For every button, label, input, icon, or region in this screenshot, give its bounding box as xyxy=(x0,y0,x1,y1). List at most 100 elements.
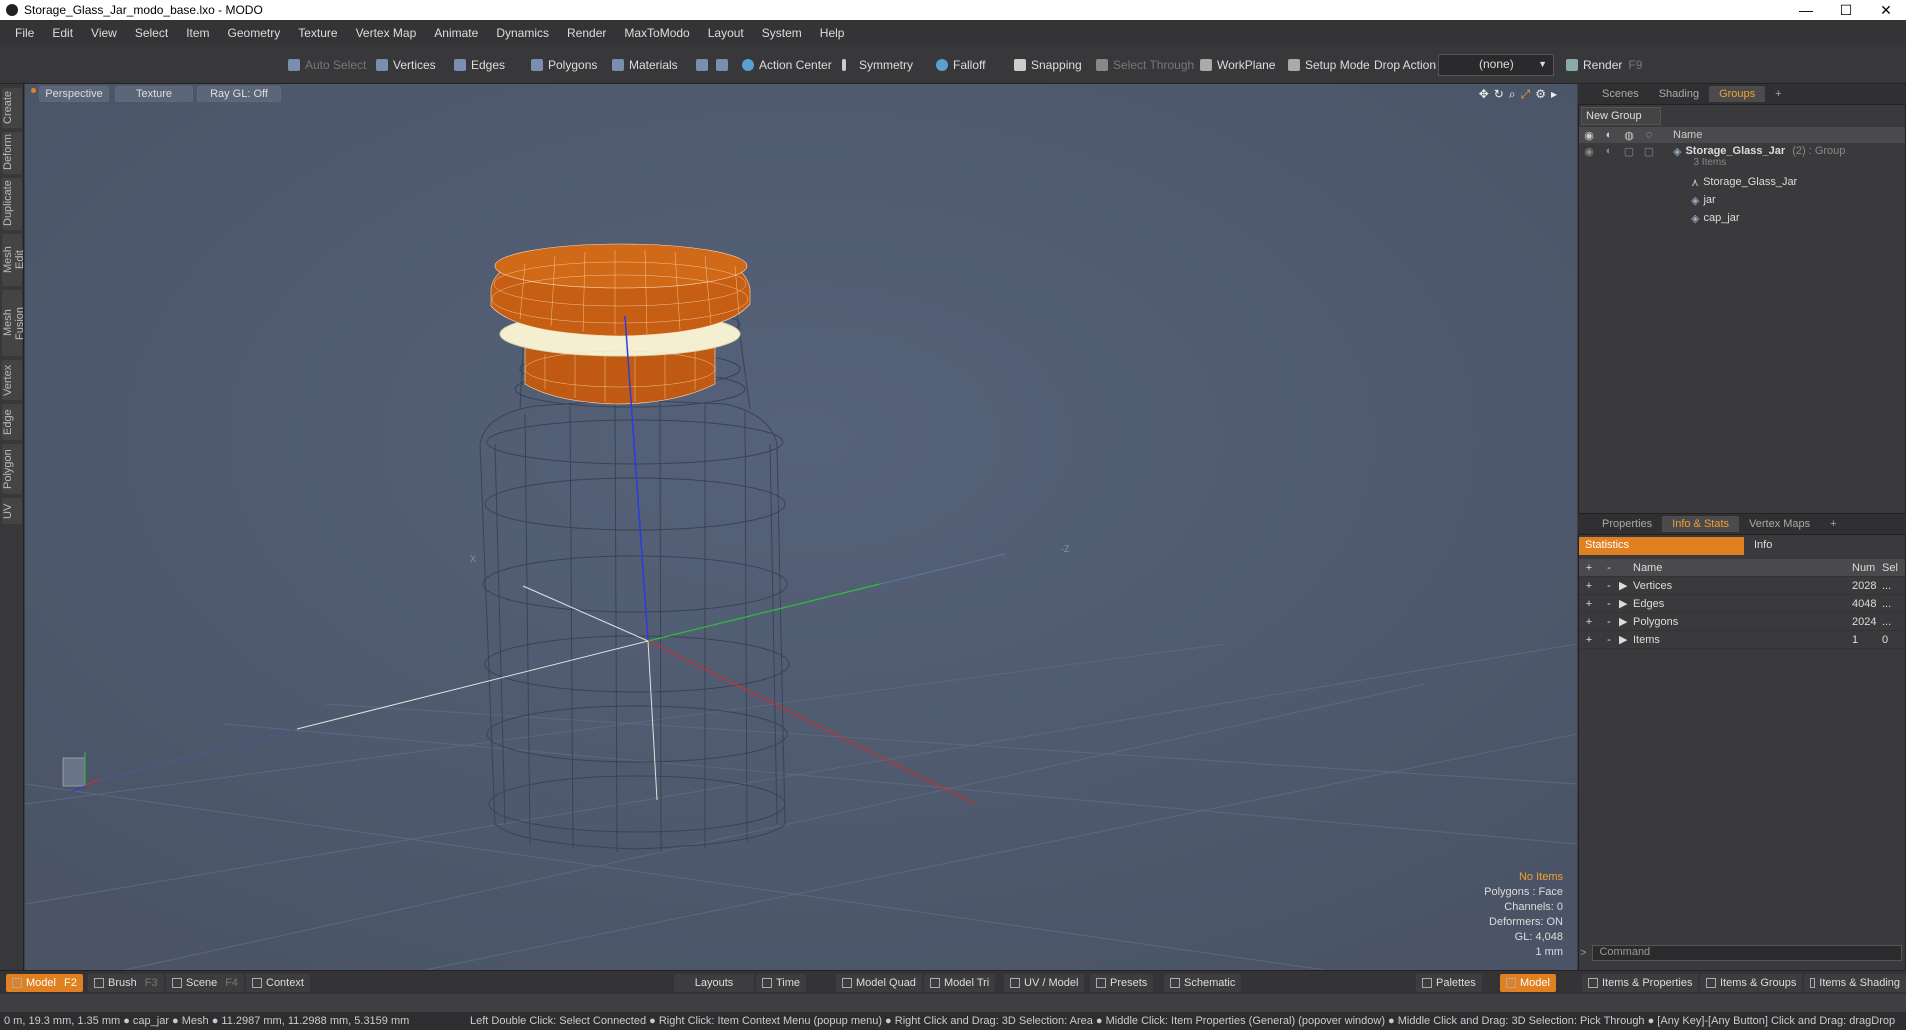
row-lock-icon[interactable]: ▢ xyxy=(1619,145,1639,158)
minimize-button[interactable]: — xyxy=(1786,0,1826,20)
render-button[interactable]: Render F9 xyxy=(1560,54,1648,76)
add-tab-icon[interactable]: + xyxy=(1820,516,1846,532)
falloff-button[interactable]: Falloff xyxy=(930,54,991,76)
tab-polygon[interactable]: Polygon xyxy=(2,444,22,494)
add-tab-icon[interactable]: + xyxy=(1765,86,1791,102)
menu-layout[interactable]: Layout xyxy=(699,26,753,40)
items-groups-button[interactable]: Items & Groups xyxy=(1700,974,1803,992)
palettes-button[interactable]: Palettes xyxy=(1416,974,1482,992)
close-button[interactable]: ✕ xyxy=(1866,0,1906,20)
menu-animate[interactable]: Animate xyxy=(425,26,487,40)
tab-mesh-edit[interactable]: Mesh Edit xyxy=(2,234,26,286)
expand-icon[interactable]: + xyxy=(1579,616,1599,628)
collapse-all-icon[interactable]: - xyxy=(1599,562,1619,574)
scene-layout-button[interactable]: Scene F4 xyxy=(166,974,245,992)
shading-texture-button[interactable]: Texture xyxy=(115,86,193,102)
menu-maxtomodo[interactable]: MaxToModo xyxy=(615,26,698,40)
context-layout-button[interactable]: Context xyxy=(246,974,310,992)
list-item[interactable]: ◈ cap_jar xyxy=(1579,209,1905,227)
items-shading-button[interactable]: Items & Shading xyxy=(1804,974,1906,992)
disclosure-arrow-icon[interactable]: ▶ xyxy=(1619,579,1633,592)
setup-mode-button[interactable]: Setup Mode xyxy=(1282,54,1376,76)
table-row[interactable]: + - ▶ Polygons 2024 ... xyxy=(1579,613,1905,631)
select-mode-b-button[interactable] xyxy=(710,54,739,76)
presets-button[interactable]: Presets xyxy=(1090,974,1154,992)
snapping-button[interactable]: Snapping xyxy=(1008,54,1088,76)
menu-item[interactable]: Item xyxy=(177,26,218,40)
tab-edge[interactable]: Edge xyxy=(2,404,22,440)
tab-scenes[interactable]: Scenes xyxy=(1592,86,1649,102)
tab-vertex-maps[interactable]: Vertex Maps xyxy=(1739,516,1820,532)
menu-select[interactable]: Select xyxy=(126,26,177,40)
vertices-button[interactable]: Vertices xyxy=(370,54,442,76)
tab-deform[interactable]: Deform xyxy=(2,132,22,174)
tab-properties[interactable]: Properties xyxy=(1592,516,1662,532)
row-render-icon[interactable]: ◐ xyxy=(1599,145,1619,157)
model-layout-button[interactable]: Model F2 xyxy=(6,974,83,992)
menu-vertex-map[interactable]: Vertex Map xyxy=(347,26,426,40)
schematic-button[interactable]: Schematic xyxy=(1164,974,1242,992)
action-center-button[interactable]: Action Center xyxy=(736,54,838,76)
command-input[interactable]: Command xyxy=(1592,945,1902,961)
drop-action-select[interactable]: (none) ▼ xyxy=(1438,54,1554,76)
disclosure-arrow-icon[interactable]: ▶ xyxy=(1619,633,1633,646)
list-item[interactable]: ⋏ Storage_Glass_Jar xyxy=(1579,173,1905,191)
time-button[interactable]: Time xyxy=(756,974,807,992)
rotate-icon[interactable]: ↻ xyxy=(1494,87,1504,102)
menu-system[interactable]: System xyxy=(753,26,811,40)
expand-icon[interactable]: + xyxy=(1579,580,1599,592)
expand-icon[interactable]: + xyxy=(1579,598,1599,610)
menu-help[interactable]: Help xyxy=(811,26,854,40)
tab-vertex[interactable]: Vertex xyxy=(2,360,22,400)
tab-create[interactable]: Create xyxy=(2,88,22,128)
menu-render[interactable]: Render xyxy=(558,26,615,40)
list-item[interactable]: ◈ jar xyxy=(1579,191,1905,209)
symmetry-button[interactable]: Symmetry xyxy=(836,54,919,76)
tab-mesh-fusion[interactable]: Mesh Fusion xyxy=(2,290,26,356)
table-row[interactable]: + - ▶ Vertices 2028 ... xyxy=(1579,577,1905,595)
edges-button[interactable]: Edges xyxy=(448,54,511,76)
fit-icon[interactable]: ⤢ xyxy=(1521,87,1531,102)
table-row[interactable]: + - ▶ Items 1 0 xyxy=(1579,631,1905,649)
table-row[interactable]: + - ▶ Edges 4048 ... xyxy=(1579,595,1905,613)
render-toggle-icon[interactable]: ◐ xyxy=(1599,129,1619,141)
model-tri-button[interactable]: Model Tri xyxy=(924,974,996,992)
collapse-icon[interactable]: - xyxy=(1599,634,1619,646)
model-quad-button[interactable]: Model Quad xyxy=(836,974,922,992)
auto-select-button[interactable]: Auto Select xyxy=(282,54,372,76)
viewport-settings-gear-icon[interactable]: ⚙ xyxy=(1535,87,1546,102)
expand-icon[interactable]: + xyxy=(1579,634,1599,646)
uv-model-button[interactable]: UV / Model xyxy=(1004,974,1085,992)
menu-geometry[interactable]: Geometry xyxy=(219,26,290,40)
row-visibility-icon[interactable]: ◉ xyxy=(1579,145,1599,158)
menu-texture[interactable]: Texture xyxy=(289,26,346,40)
items-properties-button[interactable]: Items & Properties xyxy=(1582,974,1699,992)
pan-icon[interactable]: ✥ xyxy=(1479,87,1489,102)
workplane-button[interactable]: WorkPlane xyxy=(1194,54,1281,76)
raygl-button[interactable]: Ray GL: Off xyxy=(197,86,281,102)
tab-statistics[interactable]: Statistics xyxy=(1579,537,1744,555)
collapse-icon[interactable]: - xyxy=(1599,598,1619,610)
row-select-icon[interactable]: ▢ xyxy=(1639,145,1659,158)
brush-layout-button[interactable]: Brush F3 xyxy=(88,974,164,992)
tab-uv[interactable]: UV xyxy=(2,498,22,524)
3d-viewport[interactable]: X -Z Perspective Texture Ray GL: Off ✥ ↻… xyxy=(25,84,1577,970)
collapse-icon[interactable]: - xyxy=(1599,580,1619,592)
polygons-button[interactable]: Polygons xyxy=(525,54,603,76)
tab-info-stats[interactable]: Info & Stats xyxy=(1662,516,1740,532)
tab-info[interactable]: Info xyxy=(1748,537,1778,555)
menu-view[interactable]: View xyxy=(82,26,126,40)
tab-shading[interactable]: Shading xyxy=(1649,86,1709,102)
model-right-button[interactable]: Model xyxy=(1500,974,1556,992)
lock-icon[interactable]: ◍ xyxy=(1619,129,1639,142)
disclosure-arrow-icon[interactable]: ▶ xyxy=(1619,597,1633,610)
visibility-eye-icon[interactable]: ◉ xyxy=(1579,129,1599,142)
select-toggle-icon[interactable]: ◌ xyxy=(1639,129,1659,141)
collapse-icon[interactable]: - xyxy=(1599,616,1619,628)
view-perspective-button[interactable]: Perspective xyxy=(39,86,109,102)
new-group-button[interactable]: New Group xyxy=(1581,107,1661,125)
maximize-button[interactable]: ☐ xyxy=(1826,0,1866,20)
group-row[interactable]: ◉ ◐ ▢ ▢ ◈ Storage_Glass_Jar (2) : Group … xyxy=(1579,143,1905,173)
zoom-icon[interactable]: ⌕ xyxy=(1509,87,1516,102)
tab-duplicate[interactable]: Duplicate xyxy=(2,178,22,230)
